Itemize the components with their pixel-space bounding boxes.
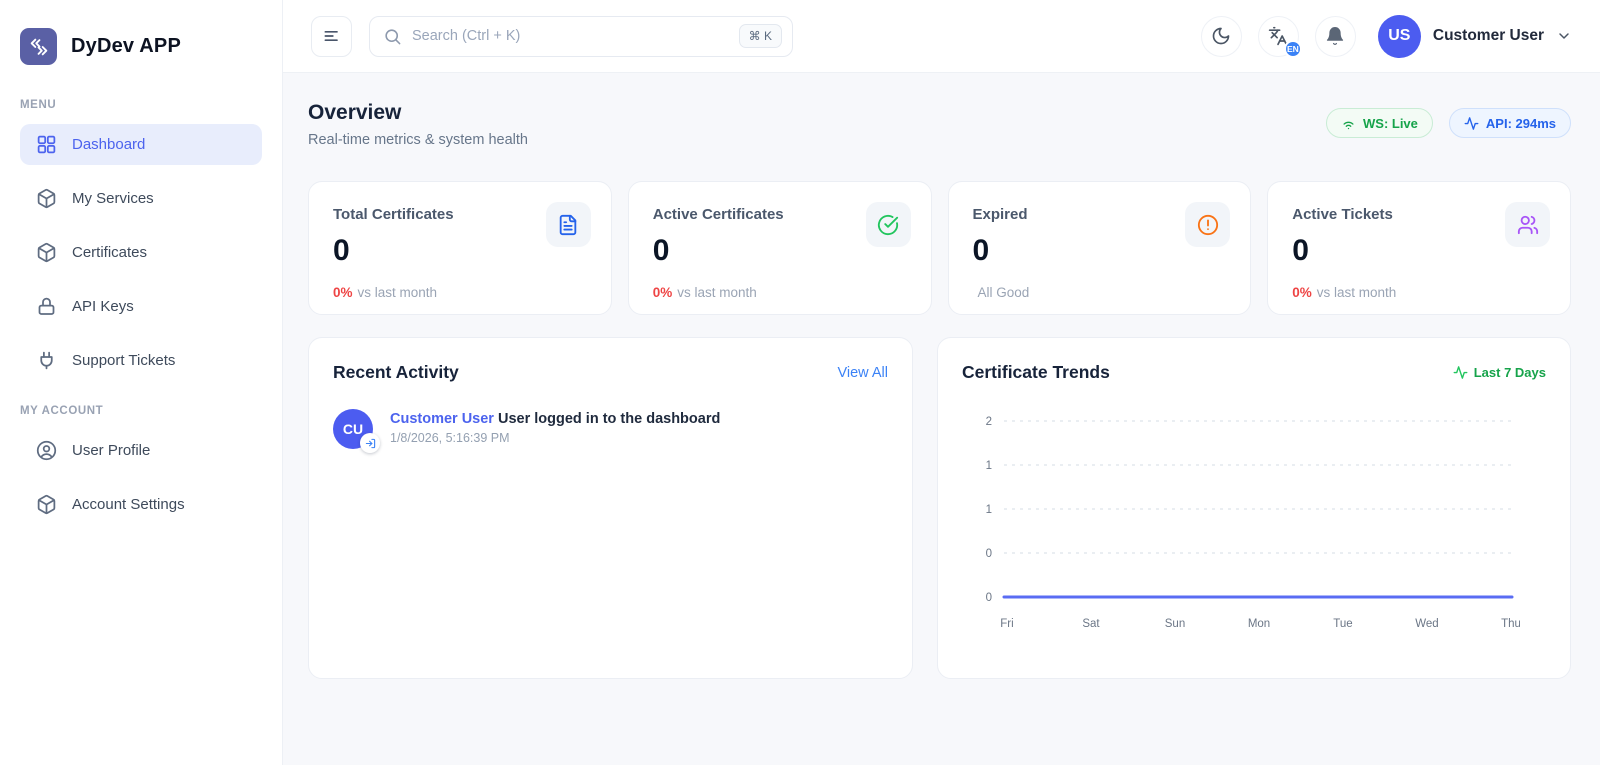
search-icon	[383, 27, 402, 46]
view-all-link[interactable]: View All	[837, 365, 888, 381]
notifications-button[interactable]	[1315, 16, 1356, 57]
header-actions: EN US Customer User	[1201, 15, 1572, 58]
activity-icon	[1464, 116, 1479, 131]
page-title: Overview	[308, 101, 528, 125]
sidebar-item-certificates[interactable]: Certificates	[20, 232, 262, 273]
hamburger-icon	[322, 26, 342, 46]
chevron-down-icon	[1556, 28, 1572, 44]
brand-name: DyDev APP	[71, 35, 181, 58]
box-icon	[36, 242, 57, 263]
sidebar-toggle-button[interactable]	[311, 16, 352, 57]
svg-text:0: 0	[986, 592, 992, 604]
language-button[interactable]: EN	[1258, 16, 1299, 57]
stat-note: vs last month	[358, 285, 438, 300]
certificate-trends-panel: Certificate Trends Last 7 Days 2	[937, 337, 1571, 679]
stat-card-total-certificates: Total Certificates 0 0% vs last month	[308, 181, 612, 315]
file-text-icon	[546, 202, 591, 247]
wifi-icon	[1341, 116, 1356, 131]
svg-text:0: 0	[986, 548, 992, 560]
dark-mode-button[interactable]	[1201, 16, 1242, 57]
sidebar-item-label: Dashboard	[72, 136, 145, 153]
grid-icon	[36, 134, 57, 155]
sidebar-item-label: Account Settings	[72, 496, 185, 513]
bell-icon	[1325, 26, 1345, 46]
recent-activity-title: Recent Activity	[333, 362, 459, 383]
sidebar-item-user-profile[interactable]: User Profile	[20, 430, 262, 471]
top-header: ⌘ K EN	[283, 0, 1600, 73]
svg-text:Tue: Tue	[1333, 618, 1352, 630]
moon-icon	[1211, 26, 1231, 46]
api-latency-badge: API: 294ms	[1449, 108, 1571, 138]
sidebar-section-menu: MENU	[20, 99, 262, 111]
sidebar-item-label: My Services	[72, 190, 154, 207]
user-menu[interactable]: US Customer User	[1378, 15, 1572, 58]
search-shortcut-badge: ⌘ K	[739, 24, 782, 48]
stat-note: All Good	[978, 285, 1030, 300]
activity-action: User logged in to the dashboard	[494, 411, 720, 427]
box-icon	[36, 494, 57, 515]
search-input[interactable]	[412, 28, 729, 44]
sidebar: DyDev APP MENU Dashboard My Services	[0, 0, 283, 765]
pulse-icon	[1453, 365, 1468, 380]
stat-delta: 0%	[1292, 285, 1312, 300]
stat-note: vs last month	[1317, 285, 1397, 300]
sidebar-item-label: Certificates	[72, 244, 147, 261]
svg-text:Fri: Fri	[1000, 618, 1013, 630]
page-subtitle: Real-time metrics & system health	[308, 132, 528, 148]
log-in-icon	[360, 433, 380, 453]
app-root: DyDev APP MENU Dashboard My Services	[0, 0, 1600, 765]
box-icon	[36, 188, 57, 209]
activity-item: CU Customer User User logged in to the d…	[333, 409, 888, 449]
websocket-status-badge: WS: Live	[1326, 108, 1433, 138]
svg-text:Sat: Sat	[1082, 618, 1100, 630]
alert-circle-icon	[1185, 202, 1230, 247]
chart-range-label: Last 7 Days	[1453, 365, 1546, 380]
line-chart: 2 1 1 0 0 Fri Sat	[962, 399, 1546, 646]
main-content: Overview Real-time metrics & system heal…	[283, 73, 1600, 765]
stat-delta: 0%	[333, 285, 353, 300]
sidebar-item-label: Support Tickets	[72, 352, 175, 369]
stat-delta: 0%	[653, 285, 673, 300]
svg-text:1: 1	[986, 460, 992, 472]
svg-text:Wed: Wed	[1415, 618, 1438, 630]
user-avatar: US	[1378, 15, 1421, 58]
check-circle-icon	[866, 202, 911, 247]
stat-card-expired: Expired 0 All Good	[948, 181, 1252, 315]
certificate-trends-title: Certificate Trends	[962, 362, 1110, 383]
stat-note: vs last month	[677, 285, 757, 300]
svg-text:1: 1	[986, 504, 992, 516]
brand: DyDev APP	[20, 0, 262, 65]
lock-icon	[36, 296, 57, 317]
svg-text:2: 2	[986, 416, 992, 428]
sidebar-item-support-tickets[interactable]: Support Tickets	[20, 340, 262, 381]
users-icon	[1505, 202, 1550, 247]
stat-card-active-tickets: Active Tickets 0 0% vs last month	[1267, 181, 1571, 315]
brand-logo-icon	[20, 28, 57, 65]
sidebar-item-my-services[interactable]: My Services	[20, 178, 262, 219]
sidebar-item-dashboard[interactable]: Dashboard	[20, 124, 262, 165]
user-circle-icon	[36, 440, 57, 461]
user-name: Customer User	[1433, 27, 1544, 45]
stat-card-active-certificates: Active Certificates 0 0% vs last month	[628, 181, 932, 315]
language-badge: EN	[1284, 40, 1302, 58]
sidebar-item-account-settings[interactable]: Account Settings	[20, 484, 262, 525]
activity-timestamp: 1/8/2026, 5:16:39 PM	[390, 431, 720, 445]
sidebar-item-api-keys[interactable]: API Keys	[20, 286, 262, 327]
search-bar: ⌘ K	[369, 16, 793, 57]
activity-user: Customer User	[390, 411, 494, 427]
svg-text:Mon: Mon	[1248, 618, 1270, 630]
plug-icon	[36, 350, 57, 371]
sidebar-section-my-account: MY ACCOUNT	[20, 405, 262, 417]
sidebar-item-label: API Keys	[72, 298, 134, 315]
svg-text:Thu: Thu	[1501, 618, 1520, 630]
svg-text:Sun: Sun	[1165, 618, 1185, 630]
recent-activity-panel: Recent Activity View All CU	[308, 337, 913, 679]
activity-text: Customer User User logged in to the dash…	[390, 411, 720, 427]
sidebar-item-label: User Profile	[72, 442, 150, 459]
